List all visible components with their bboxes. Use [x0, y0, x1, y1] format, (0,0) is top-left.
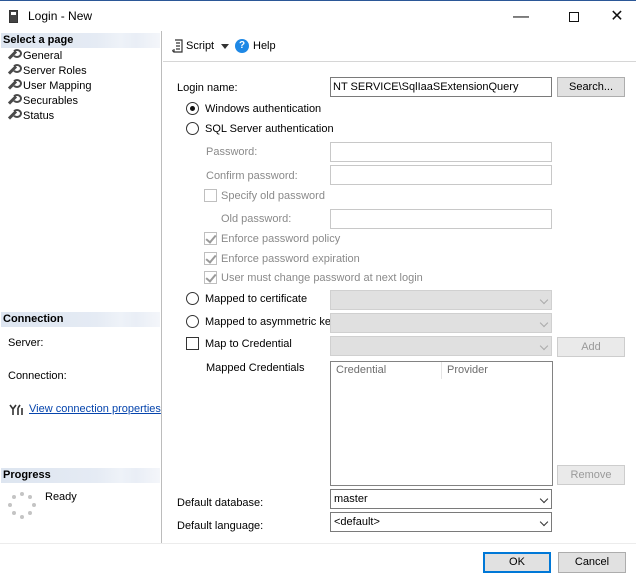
window-title: Login - New — [28, 9, 93, 23]
old-password-label: Old password: — [221, 213, 292, 225]
page-general[interactable]: General — [7, 49, 62, 63]
connection-properties-icon — [9, 404, 23, 416]
login-window-icon — [9, 10, 18, 23]
provider-column-header[interactable]: Provider — [442, 362, 552, 379]
help-icon: ? — [235, 39, 249, 53]
credential-column-header[interactable]: Credential — [331, 362, 442, 379]
ok-button[interactable]: OK — [483, 552, 551, 573]
default-language-label: Default language: — [177, 520, 264, 532]
page-server-roles[interactable]: Server Roles — [7, 64, 87, 78]
certificate-select[interactable] — [330, 290, 552, 310]
mapped-credentials-list[interactable]: Credential Provider — [330, 361, 553, 486]
mapped-asymmetric-label: Mapped to asymmetric key — [205, 316, 337, 328]
mapped-credentials-label: Mapped Credentials — [206, 362, 305, 374]
page-user-mapping[interactable]: User Mapping — [7, 79, 91, 93]
close-button[interactable]: ✕ — [594, 1, 636, 32]
default-database-label: Default database: — [177, 497, 264, 509]
chevron-down-icon — [539, 494, 549, 504]
connection-label: Connection: — [8, 370, 67, 382]
page-securables[interactable]: Securables — [7, 94, 78, 108]
asymmetric-key-select[interactable] — [330, 313, 552, 333]
mapped-asymmetric-radio[interactable] — [186, 315, 199, 328]
script-button[interactable]: Script — [186, 39, 214, 53]
page-label: User Mapping — [23, 80, 92, 92]
default-database-value: master — [334, 493, 368, 505]
maximize-button[interactable] — [551, 1, 597, 32]
confirm-password-input[interactable] — [330, 165, 552, 185]
add-button[interactable]: Add — [557, 337, 625, 357]
chevron-down-icon — [539, 295, 549, 305]
page-status[interactable]: Status — [7, 109, 54, 123]
minimize-button[interactable]: — — [498, 1, 544, 32]
default-language-select[interactable]: <default> — [330, 512, 552, 532]
enforce-expiration-checkbox[interactable] — [204, 252, 217, 265]
help-button[interactable]: Help — [253, 39, 276, 53]
windows-auth-radio[interactable] — [186, 102, 199, 115]
enforce-expiration-label: Enforce password expiration — [221, 253, 360, 265]
left-panel: Select a page General Server Roles User … — [0, 31, 162, 543]
cancel-button[interactable]: Cancel — [558, 552, 626, 573]
enforce-policy-checkbox[interactable] — [204, 232, 217, 245]
title-bar: Login - New — ✕ — [0, 0, 636, 31]
map-credential-label: Map to Credential — [205, 338, 292, 350]
wrench-icon — [7, 64, 22, 75]
progress-spinner-icon — [8, 492, 36, 520]
script-icon — [172, 39, 184, 53]
footer-divider — [0, 543, 636, 544]
chevron-down-icon — [539, 517, 549, 527]
view-connection-properties-link[interactable]: View connection properties — [29, 402, 161, 416]
default-database-select[interactable]: master — [330, 489, 552, 509]
wrench-icon — [7, 94, 22, 105]
windows-auth-label: Windows authentication — [205, 103, 322, 115]
progress-heading: Progress — [1, 468, 160, 483]
login-name-input[interactable]: NT SERVICE\SqlIaaSExtensionQuery — [330, 77, 552, 97]
sql-auth-label: SQL Server authentication — [205, 123, 334, 135]
chevron-down-icon — [539, 341, 549, 351]
enforce-policy-label: Enforce password policy — [221, 233, 341, 245]
close-icon: ✕ — [610, 8, 624, 25]
maximize-icon — [569, 12, 579, 22]
select-page-heading: Select a page — [1, 33, 160, 48]
mapped-certificate-label: Mapped to certificate — [205, 293, 308, 305]
must-change-label: User must change password at next login — [221, 272, 423, 284]
page-label: Status — [23, 110, 55, 122]
password-label: Password: — [206, 146, 258, 158]
page-label: General — [23, 50, 63, 62]
connection-heading: Connection — [1, 312, 160, 327]
progress-status: Ready — [45, 491, 77, 503]
login-name-label: Login name: — [177, 82, 238, 94]
mapped-certificate-radio[interactable] — [186, 292, 199, 305]
search-button[interactable]: Search... — [557, 77, 625, 97]
wrench-icon — [7, 79, 22, 90]
old-password-input[interactable] — [330, 209, 552, 229]
specify-old-password-checkbox[interactable] — [204, 189, 217, 202]
map-credential-checkbox[interactable] — [186, 337, 199, 350]
wrench-icon — [7, 109, 22, 120]
credential-select[interactable] — [330, 336, 552, 356]
confirm-password-label: Confirm password: — [206, 170, 298, 182]
minimize-icon: — — [513, 8, 529, 25]
password-input[interactable] — [330, 142, 552, 162]
script-dropdown-chevron-down-icon[interactable] — [221, 44, 229, 49]
page-label: Securables — [23, 95, 79, 107]
wrench-icon — [7, 49, 22, 60]
sql-auth-radio[interactable] — [186, 122, 199, 135]
remove-button[interactable]: Remove — [557, 465, 625, 485]
chevron-down-icon — [539, 318, 549, 328]
toolbar-divider — [163, 61, 636, 62]
must-change-checkbox[interactable] — [204, 271, 217, 284]
default-language-value: <default> — [334, 516, 380, 528]
page-label: Server Roles — [23, 65, 87, 77]
specify-old-password-label: Specify old password — [221, 190, 325, 202]
server-label: Server: — [8, 337, 44, 349]
